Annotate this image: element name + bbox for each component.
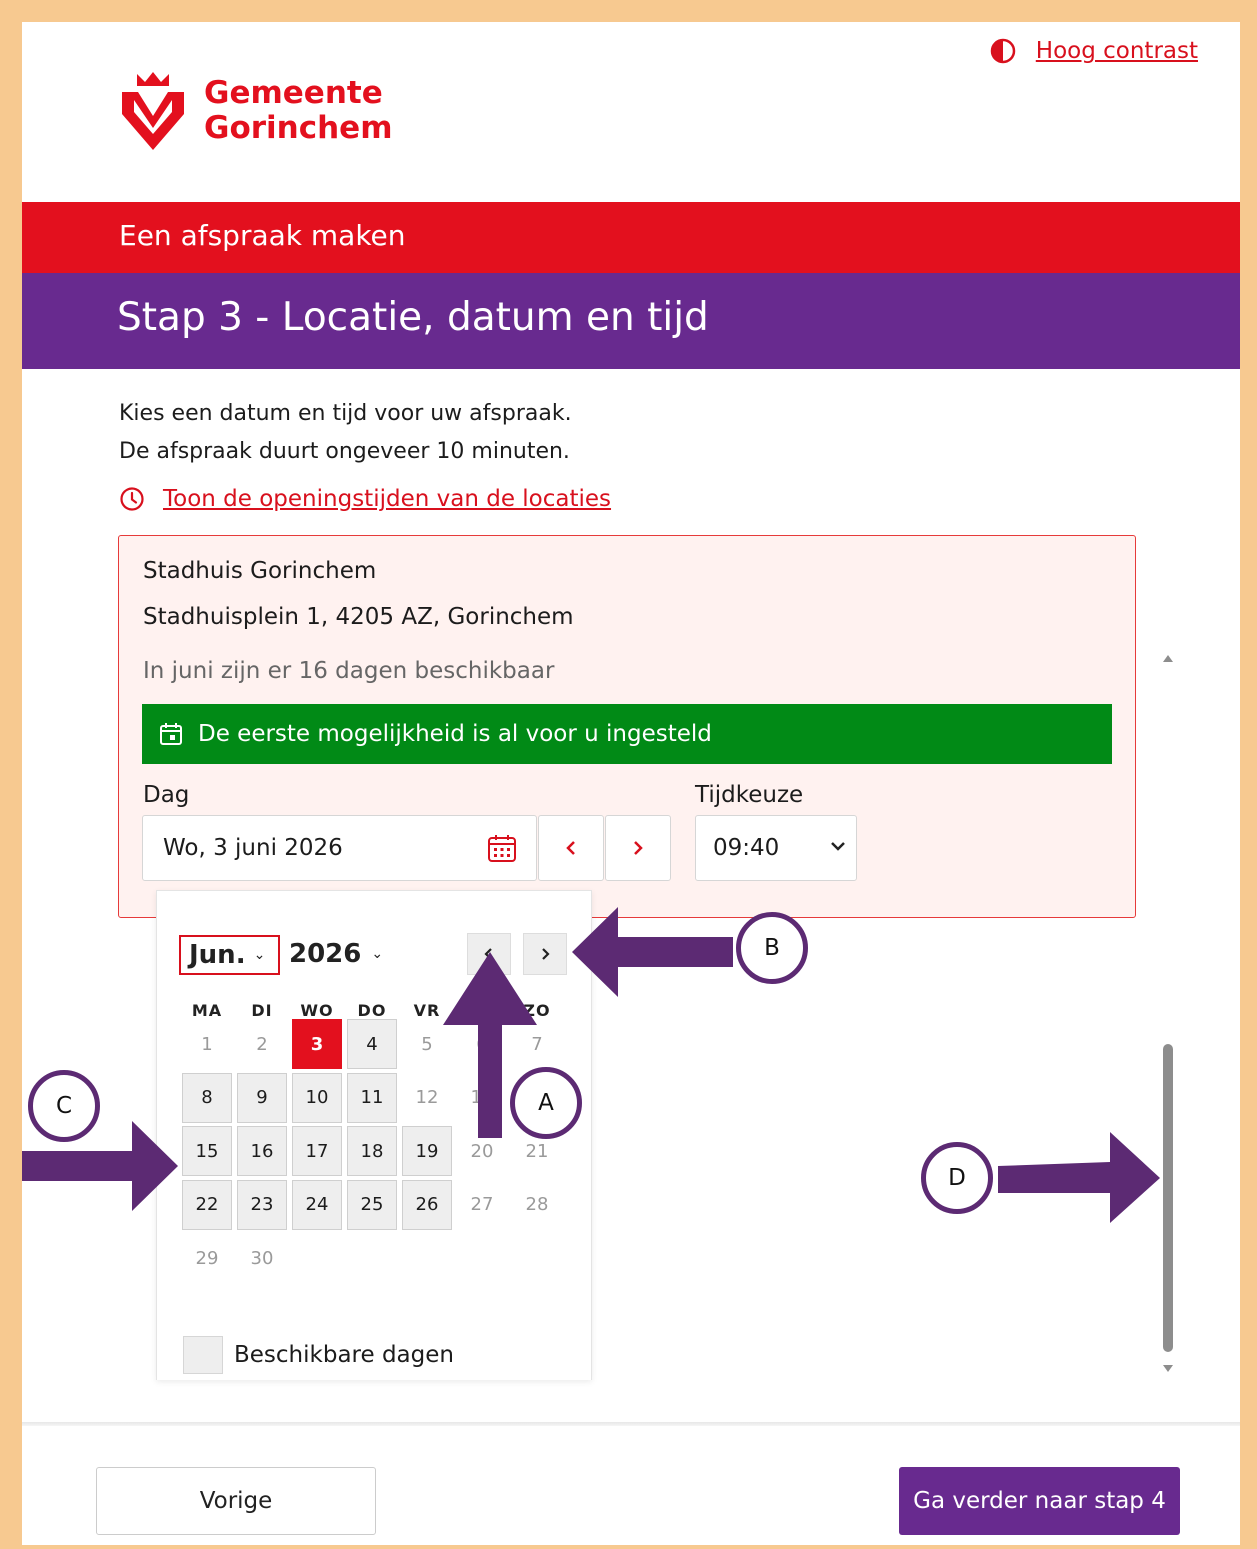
annotation-c: C xyxy=(28,1070,100,1142)
annotation-b: B xyxy=(736,912,808,984)
annotation-arrows xyxy=(22,907,1160,1223)
arrow-d xyxy=(998,1132,1160,1223)
annotation-a: A xyxy=(510,1067,582,1139)
arrow-b xyxy=(572,907,733,997)
annotation-d: D xyxy=(921,1142,993,1214)
